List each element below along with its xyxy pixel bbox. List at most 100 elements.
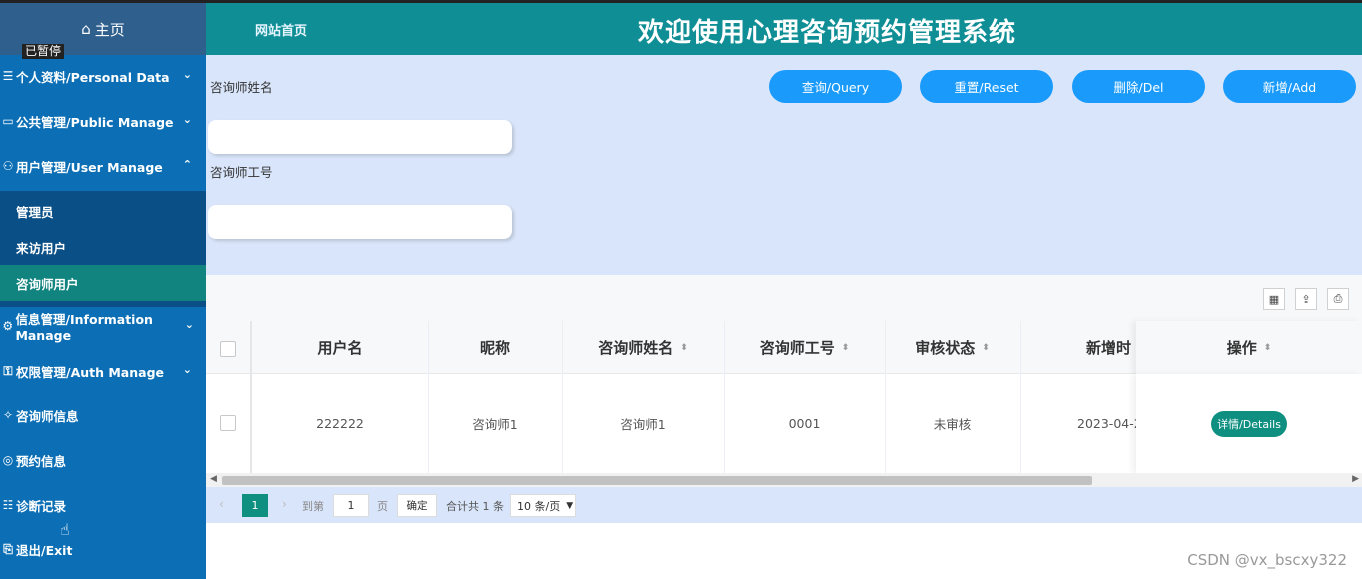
row-checkbox[interactable] <box>220 415 236 431</box>
submenu-item-label: 管理员 <box>16 204 54 220</box>
counselor-number-label: 咨询师工号 <box>210 165 273 180</box>
prev-page-icon[interactable]: ‹ <box>219 497 224 511</box>
submenu-item-label: 咨询师用户 <box>16 276 79 292</box>
print-icon[interactable]: ⎙ <box>1327 288 1349 310</box>
sidebar-item-information-manage[interactable]: ⚙ 信息管理/Information Manage ⌄ <box>0 311 206 343</box>
columns-icon[interactable]: ▦ <box>1263 288 1285 310</box>
submenu-item-admin[interactable]: 管理员 <box>0 193 206 229</box>
column-header-nickname[interactable]: 昵称 <box>428 321 562 374</box>
sidebar-item-user-manage[interactable]: ⚇ 用户管理/User Manage ⌃ <box>0 151 206 181</box>
page-size-select[interactable]: 10 条/页 ▼ <box>510 494 576 517</box>
sidebar-item-exit[interactable]: ⎘ 退出/Exit <box>0 534 206 564</box>
counselor-name-input[interactable] <box>208 120 512 154</box>
watermark: CSDN @vx_bscxy322 <box>1187 551 1347 569</box>
site-home-link[interactable]: 网站首页 <box>255 20 307 39</box>
select-all-checkbox[interactable] <box>220 341 236 357</box>
user-manage-submenu: 管理员 来访用户 咨询师用户 <box>0 191 206 303</box>
key-icon: ⚿ <box>3 363 13 378</box>
submenu-item-counselor[interactable]: 咨询师用户 <box>0 265 206 301</box>
goto-label: 到第 <box>302 500 324 513</box>
users-icon: ⚇ <box>2 159 14 173</box>
query-button[interactable]: 查询/Query <box>769 70 902 103</box>
sidebar-item-label: 用户管理/User Manage <box>16 159 163 175</box>
cell-status: 未审核 <box>933 417 972 432</box>
details-button[interactable]: 详情/Details <box>1211 410 1287 437</box>
column-label: 操作 <box>1226 339 1257 357</box>
chevron-up-icon: ⌃ <box>182 158 192 171</box>
mouse-cursor-icon: ☝ <box>60 520 70 539</box>
scroll-left-icon[interactable]: ◀ <box>210 474 217 484</box>
page-title: 欢迎使用心理咨询预约管理系统 <box>638 18 1017 48</box>
exit-icon: ⎘ <box>3 541 13 556</box>
column-divider <box>1020 321 1021 374</box>
sort-icon[interactable]: ⬍ <box>680 343 688 353</box>
page-number-current[interactable]: 1 <box>242 494 268 517</box>
pagination: ‹ 1 › 到第 1 页 确定 合计共 1 条 10 条/页 ▼ <box>206 487 1362 523</box>
table-header: 用户名 昵称 咨询师姓名 ⬍ 咨询师工号 ⬍ 审核状态 ⬍ 新增时 操作 ⬍ <box>206 321 1362 374</box>
delete-button[interactable]: 删除/Del <box>1072 70 1205 103</box>
cell-username: 222222 <box>316 416 364 431</box>
sidebar-item-label: 信息管理/Information Manage <box>15 312 153 343</box>
column-label: 用户名 <box>317 339 363 357</box>
counselor-name-label: 咨询师姓名 <box>210 80 273 95</box>
column-label: 咨询师姓名 <box>598 339 674 357</box>
search-panel: 咨询师姓名 咨询师工号 查询/Query 重置/Reset 删除/Del 新增/… <box>206 55 1362 275</box>
monitor-icon: ▭ <box>2 114 14 128</box>
next-page-icon[interactable]: › <box>282 497 287 511</box>
paused-badge: 已暂停 <box>22 44 65 59</box>
column-header-username[interactable]: 用户名 <box>252 321 428 374</box>
column-header-counselor-number[interactable]: 咨询师工号 ⬍ <box>724 321 885 374</box>
sidebar-item-personal-data[interactable]: ☰ 个人资料/Personal Data ⌄ <box>0 61 206 91</box>
page-unit-label: 页 <box>377 500 388 513</box>
app-root: ⌂ 主页 ☰ 个人资料/Personal Data ⌄ ▭ 公共管理/Publi… <box>0 0 1362 579</box>
cell-created: 2023-04-2 <box>1077 416 1137 431</box>
reset-button[interactable]: 重置/Reset <box>920 70 1053 103</box>
column-divider <box>1020 374 1021 473</box>
sort-icon[interactable]: ⬍ <box>1264 343 1272 353</box>
sidebar-item-public-manage[interactable]: ▭ 公共管理/Public Manage ⌄ <box>0 106 206 136</box>
column-header-counselor-name[interactable]: 咨询师姓名 ⬍ <box>562 321 724 374</box>
submenu-item-label: 来访用户 <box>16 240 67 256</box>
column-label: 新增时 <box>1086 339 1132 357</box>
column-header-status[interactable]: 审核状态 ⬍ <box>885 321 1020 374</box>
operation-column-header: 操作 ⬍ <box>1136 321 1362 374</box>
sidebar-item-label: 公共管理/Public Manage <box>16 114 174 130</box>
chevron-down-icon: ⌄ <box>182 113 192 126</box>
home-icon: ⌂ <box>81 20 91 38</box>
user-card-icon: ☰ <box>2 69 14 83</box>
export-icon[interactable]: ⇪ <box>1295 288 1317 310</box>
column-header-operation[interactable]: 操作 ⬍ <box>1136 321 1362 374</box>
gear-icon: ⚙ <box>2 319 14 333</box>
cell-nickname: 咨询师1 <box>472 417 518 432</box>
cell-counselor-number: 0001 <box>788 416 821 431</box>
sidebar-item-label: 退出/Exit <box>16 542 73 558</box>
sidebar: ⌂ 主页 ☰ 个人资料/Personal Data ⌄ ▭ 公共管理/Publi… <box>0 3 206 579</box>
column-label: 咨询师工号 <box>759 339 835 357</box>
sort-icon[interactable]: ⬍ <box>982 343 990 353</box>
confirm-button[interactable]: 确定 <box>397 494 437 517</box>
sidebar-item-label: 权限管理/Auth Manage <box>16 364 164 380</box>
scroll-thumb[interactable] <box>222 476 1092 485</box>
horizontal-scrollbar[interactable]: ◀ ▶ <box>206 473 1362 487</box>
header: 网站首页 欢迎使用心理咨询预约管理系统 <box>206 3 1362 55</box>
counselor-number-input[interactable] <box>208 205 512 239</box>
sidebar-item-appointment[interactable]: ◎ 预约信息 <box>0 445 206 475</box>
submenu-item-visitor[interactable]: 来访用户 <box>0 229 206 265</box>
sort-icon[interactable]: ⬍ <box>842 343 850 353</box>
table-row: 222222 咨询师1 咨询师1 0001 未审核 2023-04-2 详情/D… <box>206 374 1362 473</box>
sidebar-item-label: 预约信息 <box>16 453 67 469</box>
goto-page-input[interactable]: 1 <box>333 494 369 517</box>
list-icon: ☷ <box>2 498 14 512</box>
chevron-down-icon: ⌄ <box>182 68 192 81</box>
sidebar-item-auth-manage[interactable]: ⚿ 权限管理/Auth Manage ⌄ <box>0 356 206 386</box>
total-count: 合计共 1 条 <box>446 500 504 513</box>
sidebar-item-diagnosis[interactable]: ☷ 诊断记录 <box>0 490 206 520</box>
sidebar-item-counselor-info[interactable]: ✧ 咨询师信息 <box>0 400 206 430</box>
add-button[interactable]: 新增/Add <box>1223 70 1356 103</box>
page-size-value: 10 条/页 <box>517 499 561 513</box>
column-label: 审核状态 <box>915 339 976 357</box>
cell-operation: 详情/Details <box>1136 374 1362 473</box>
column-label: 昵称 <box>479 339 510 357</box>
scroll-right-icon[interactable]: ▶ <box>1352 474 1359 484</box>
table-toolbar: ▦ ⇪ ⎙ <box>206 275 1362 321</box>
